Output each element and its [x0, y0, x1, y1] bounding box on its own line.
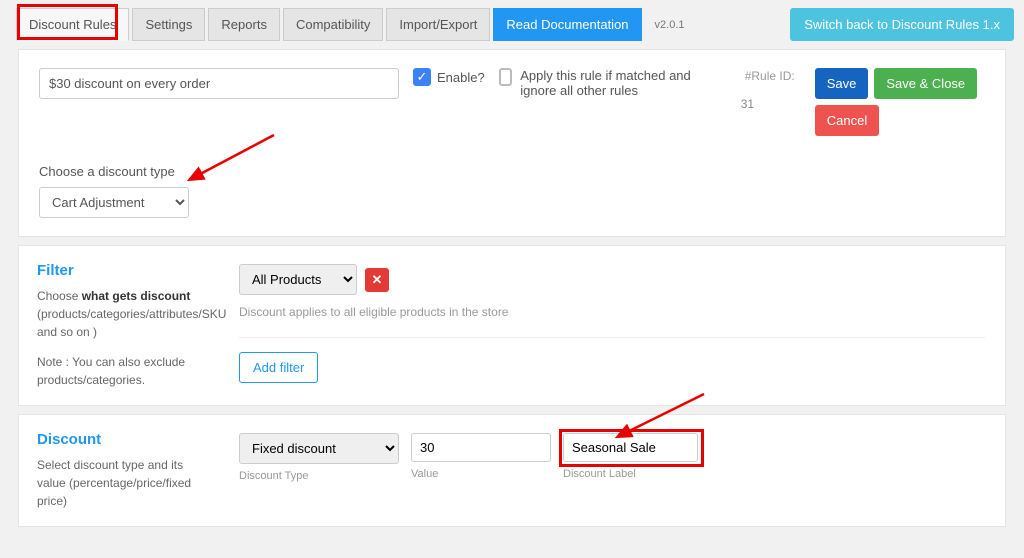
enable-checkbox[interactable]: ✓ — [413, 68, 431, 86]
filter-section: Filter Choose what gets discount (produc… — [18, 245, 1006, 406]
rule-name-input[interactable] — [39, 68, 399, 99]
annotation-arrow-icon-2 — [599, 391, 709, 443]
discount-section: Discount Select discount type and its va… — [18, 414, 1006, 527]
save-close-button[interactable]: Save & Close — [874, 68, 977, 99]
save-button[interactable]: Save — [815, 68, 869, 99]
tab-discount-rules[interactable]: Discount Rules — [16, 8, 129, 41]
tab-settings[interactable]: Settings — [132, 8, 205, 41]
add-filter-button[interactable]: Add filter — [239, 352, 318, 383]
cancel-button[interactable]: Cancel — [815, 105, 879, 136]
discount-type-col-label: Discount Type — [239, 470, 399, 482]
tab-reports[interactable]: Reports — [208, 8, 280, 41]
apply-rule-checkbox[interactable] — [499, 68, 513, 86]
discount-title: Discount — [37, 431, 207, 448]
discount-type-select[interactable]: Cart Adjustment — [39, 187, 189, 218]
discount-value-col-label: Value — [411, 468, 551, 480]
filter-description: Choose what gets discount (products/cate… — [37, 287, 207, 341]
annotation-arrow-icon — [179, 130, 279, 190]
rule-header-panel: ✓ Enable? Apply this rule if matched and… — [18, 49, 1006, 237]
rule-id-value: 31 — [741, 97, 795, 111]
switch-back-button[interactable]: Switch back to Discount Rules 1.x — [790, 8, 1014, 41]
filter-help-text: Discount applies to all eligible product… — [239, 305, 985, 319]
discount-type-select-2[interactable]: Fixed discount — [239, 433, 399, 464]
remove-filter-button[interactable]: ✕ — [365, 268, 389, 292]
enable-label: Enable? — [437, 70, 485, 85]
discount-description: Select discount type and its value (perc… — [37, 456, 207, 510]
discount-label-col-label: Discount Label — [563, 468, 698, 480]
tab-compatibility[interactable]: Compatibility — [283, 8, 383, 41]
filter-title: Filter — [37, 262, 207, 279]
tab-bar: Discount Rules Settings Reports Compatib… — [0, 0, 1024, 41]
apply-rule-label: Apply this rule if matched and ignore al… — [520, 68, 718, 98]
tab-read-documentation[interactable]: Read Documentation — [493, 8, 641, 41]
divider — [239, 337, 985, 338]
discount-value-input[interactable] — [411, 433, 551, 462]
tab-import-export[interactable]: Import/Export — [386, 8, 490, 41]
filter-note: Note : You can also exclude products/cat… — [37, 353, 207, 389]
rule-id-label: #Rule ID: — [745, 69, 795, 83]
filter-product-select[interactable]: All Products — [239, 264, 357, 295]
version-label: v2.0.1 — [655, 19, 685, 31]
